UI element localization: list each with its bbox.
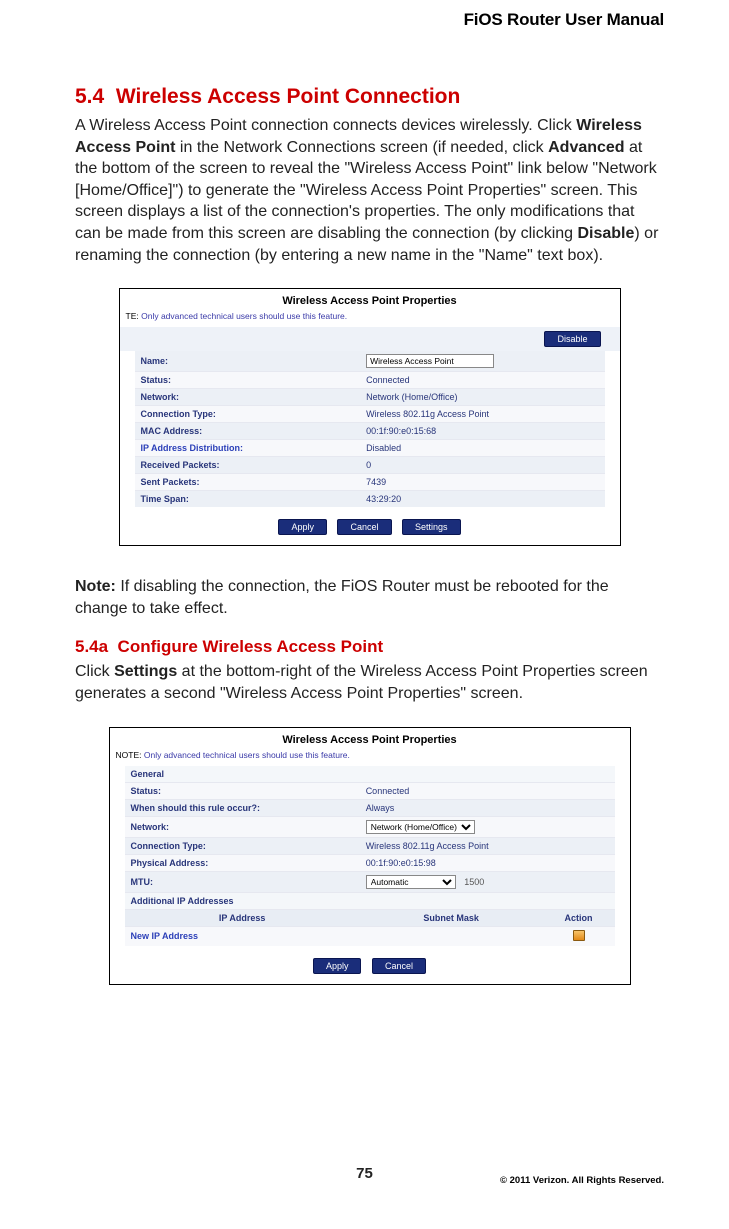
panel2-table: General Status: Connected When should th… (125, 766, 615, 946)
section-heading: 5.4 Wireless Access Point Connection (75, 85, 664, 109)
row-connection-type: Connection Type: Wireless 802.11g Access… (135, 406, 605, 423)
panel1-note: TE: Only advanced technical users should… (120, 311, 620, 327)
panel1-disable-row: Disable (120, 327, 620, 351)
subsection-paragraph: Click Settings at the bottom-right of th… (75, 661, 664, 704)
screenshot-properties-panel-2: Wireless Access Point Properties NOTE: O… (109, 727, 631, 985)
apply-button[interactable]: Apply (278, 519, 327, 535)
network-select[interactable]: Network (Home/Office) (366, 820, 475, 834)
section-number: 5.4 (75, 85, 104, 108)
row-mtu: MTU: Automatic 1500 (125, 871, 615, 892)
page: FiOS Router User Manual 5.4 Wireless Acc… (0, 0, 729, 1200)
copyright: © 2011 Verizon. All Rights Reserved. (500, 1175, 664, 1186)
cancel-button[interactable]: Cancel (337, 519, 391, 535)
row-ip-columns: IP Address Subnet Mask Action (125, 909, 615, 926)
panel2-button-row: Apply Cancel (110, 952, 630, 984)
subsection-number: 5.4a (75, 637, 108, 656)
row-additional-ip-header: Additional IP Addresses (125, 892, 615, 909)
cancel-button-2[interactable]: Cancel (372, 958, 426, 974)
section-paragraph: A Wireless Access Point connection conne… (75, 115, 664, 266)
row-network: Network: Network (Home/Office) (135, 389, 605, 406)
row-status: Status: Connected (135, 372, 605, 389)
subsection-title: Configure Wireless Access Point (118, 637, 384, 656)
running-header: FiOS Router User Manual (75, 10, 664, 30)
note-paragraph: Note: If disabling the connection, the F… (75, 576, 664, 619)
row-general-header: General (125, 766, 615, 783)
add-ip-icon[interactable] (573, 930, 585, 941)
bold-advanced: Advanced (548, 139, 624, 156)
subsection-heading: 5.4a Configure Wireless Access Point (75, 637, 664, 657)
note-label: Note: (75, 578, 116, 595)
panel2-title: Wireless Access Point Properties (110, 728, 630, 750)
row-sent: Sent Packets: 7439 (135, 474, 605, 491)
panel1-button-row: Apply Cancel Settings (120, 513, 620, 545)
apply-button-2[interactable]: Apply (313, 958, 362, 974)
section-title: Wireless Access Point Connection (116, 85, 460, 108)
row-connection-type-2: Connection Type: Wireless 802.11g Access… (125, 837, 615, 854)
panel1-title: Wireless Access Point Properties (120, 289, 620, 311)
row-physical-address: Physical Address: 00:1f:90:e0:15:98 (125, 854, 615, 871)
new-ip-link[interactable]: New IP Address (125, 926, 360, 946)
bold-settings: Settings (114, 663, 177, 680)
row-status-2: Status: Connected (125, 782, 615, 799)
mtu-value: 1500 (464, 877, 484, 887)
row-mac: MAC Address: 00:1f:90:e0:15:68 (135, 423, 605, 440)
settings-button[interactable]: Settings (402, 519, 461, 535)
mtu-select[interactable]: Automatic (366, 875, 456, 889)
name-input[interactable] (366, 354, 494, 368)
row-when: When should this rule occur?: Always (125, 799, 615, 816)
row-timespan: Time Span: 43:29:20 (135, 491, 605, 508)
disable-button[interactable]: Disable (544, 331, 600, 347)
row-name: Name: (135, 351, 605, 372)
row-ip-distribution: IP Address Distribution: Disabled (135, 440, 605, 457)
row-network-2: Network: Network (Home/Office) (125, 816, 615, 837)
panel1-table: Name: Status: Connected Network: Network… (135, 351, 605, 507)
screenshot-properties-panel-1: Wireless Access Point Properties TE: Onl… (119, 288, 621, 546)
row-received: Received Packets: 0 (135, 457, 605, 474)
row-new-ip: New IP Address (125, 926, 615, 946)
bold-disable: Disable (577, 225, 634, 242)
panel2-note: NOTE: Only advanced technical users shou… (110, 750, 630, 766)
